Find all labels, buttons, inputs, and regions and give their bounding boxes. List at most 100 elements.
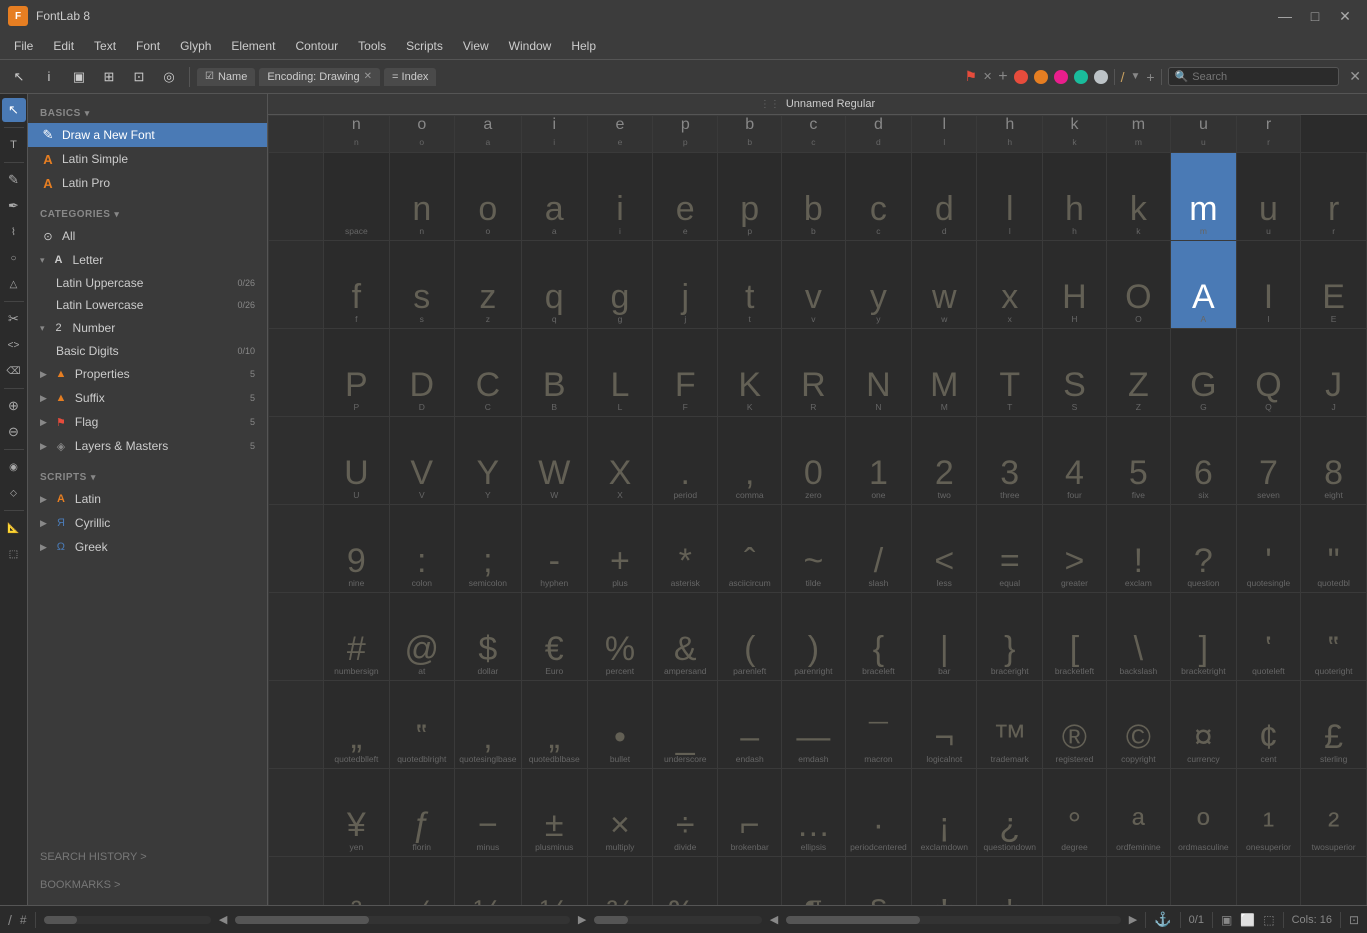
glyph-cell[interactable]: ¾threequarters bbox=[587, 857, 653, 906]
circle-view[interactable]: ◎ bbox=[156, 64, 182, 90]
glyph-cell[interactable]: EE bbox=[1301, 241, 1367, 329]
scroll-track-2[interactable] bbox=[235, 916, 570, 924]
glyph-cell[interactable]: AA bbox=[1171, 241, 1237, 329]
glyph-cell[interactable]: *asterisk bbox=[653, 505, 718, 593]
glyph-cell[interactable]: ‹guilsinglleft bbox=[1106, 857, 1170, 906]
glyph-cell[interactable]: ƒflorin bbox=[389, 769, 454, 857]
color-pink[interactable] bbox=[1054, 70, 1068, 84]
sidebar-item-latin-pro[interactable]: A Latin Pro bbox=[28, 171, 267, 195]
glyph-cell[interactable]: ww bbox=[912, 241, 977, 329]
zoom-in-tool[interactable]: ⊕ bbox=[2, 394, 26, 418]
scroll-center-icon[interactable]: ◀ bbox=[770, 913, 778, 926]
search-input[interactable] bbox=[1192, 71, 1332, 83]
glyph-cell[interactable]: YY bbox=[454, 417, 521, 505]
glyph-cell[interactable]: ff bbox=[324, 241, 390, 329]
rect-tool[interactable]: △ bbox=[2, 272, 26, 296]
glyph-cell[interactable]: −minus bbox=[454, 769, 521, 857]
glyph-cell[interactable]: QQ bbox=[1236, 329, 1301, 417]
resize-icon[interactable]: ⊡ bbox=[1349, 913, 1359, 927]
menu-element[interactable]: Element bbox=[221, 35, 285, 57]
glyph-cell[interactable]: gg bbox=[587, 241, 653, 329]
glyph-cell[interactable]: ©copyright bbox=[1106, 681, 1170, 769]
menu-tools[interactable]: Tools bbox=[348, 35, 396, 57]
maximize-button[interactable]: □ bbox=[1301, 2, 1329, 30]
sidebar-item-latin-lowercase[interactable]: Latin Lowercase 0/26 bbox=[28, 294, 267, 316]
glyph-cell[interactable]: §section bbox=[845, 857, 912, 906]
glyph-cell[interactable]: ¿questiondown bbox=[977, 769, 1043, 857]
add-icon[interactable]: + bbox=[998, 68, 1007, 86]
sidebar-item-latin[interactable]: ▶ A Latin bbox=[28, 487, 267, 511]
glyph-cell[interactable]: |bar bbox=[912, 593, 977, 681]
glyph-cell[interactable]: WW bbox=[521, 417, 587, 505]
sidebar-item-draw-new-font[interactable]: ✎ Draw a New Font bbox=[28, 123, 267, 147]
glyph-cell[interactable]: ¥yen bbox=[324, 769, 390, 857]
menu-edit[interactable]: Edit bbox=[43, 35, 84, 57]
glyph-cell[interactable]: ss bbox=[389, 241, 454, 329]
eraser-tool[interactable]: ⌫ bbox=[2, 359, 26, 383]
glyph-cell[interactable]: ⌐brokenbar bbox=[718, 769, 782, 857]
glyph-cell[interactable]: 9nine bbox=[324, 505, 390, 593]
glyph-cell[interactable]: ¶paragraph bbox=[782, 857, 845, 906]
scroll-right-icon[interactable]: ▶ bbox=[578, 913, 586, 926]
glyph-cell[interactable]: PP bbox=[324, 329, 390, 417]
glyph-cell[interactable]: 2two bbox=[912, 417, 977, 505]
glyph-cell[interactable]: oo bbox=[454, 153, 521, 241]
glyph-cell[interactable]: 5five bbox=[1106, 417, 1170, 505]
color-orange[interactable] bbox=[1034, 70, 1048, 84]
pen-dropdown-icon[interactable]: ▼ bbox=[1130, 71, 1140, 82]
measure-tool[interactable]: 📐 bbox=[2, 516, 26, 540]
glyph-cell[interactable]: „quotedblbase bbox=[521, 681, 587, 769]
menu-view[interactable]: View bbox=[453, 35, 499, 57]
glyph-cell[interactable]: ZZ bbox=[1106, 329, 1170, 417]
multi-cell-view[interactable]: ⊞ bbox=[96, 64, 122, 90]
glyph-cell[interactable]: tt bbox=[718, 241, 782, 329]
glyph-cell[interactable]: ll bbox=[977, 153, 1043, 241]
glyph-cell[interactable]: …ellipsis bbox=[782, 769, 845, 857]
glyph-cell[interactable]: @at bbox=[389, 593, 454, 681]
sidebar-item-letter[interactable]: ▾ A Letter bbox=[28, 248, 267, 272]
scroll-thumb-2[interactable] bbox=[235, 916, 369, 924]
scripts-section[interactable]: SCRIPTS ▾ bbox=[28, 464, 267, 487]
sidebar-item-latin-uppercase[interactable]: Latin Uppercase 0/26 bbox=[28, 272, 267, 294]
scroll-thumb-3[interactable] bbox=[594, 916, 627, 924]
glyph-cell[interactable]: €Euro bbox=[521, 593, 587, 681]
glyph-cell[interactable]: £sterling bbox=[1301, 681, 1367, 769]
glyph-cell[interactable]: zz bbox=[454, 241, 521, 329]
glyph-cell[interactable]: }braceright bbox=[977, 593, 1043, 681]
pen-add-icon[interactable]: + bbox=[1146, 69, 1154, 85]
glyph-cell[interactable]: MM bbox=[912, 329, 977, 417]
sidebar-item-latin-simple[interactable]: A Latin Simple bbox=[28, 147, 267, 171]
glyph-cell[interactable]: 7seven bbox=[1236, 417, 1301, 505]
tab-name[interactable]: ☑ Name bbox=[197, 68, 255, 86]
glyph-cell[interactable]: xx bbox=[977, 241, 1043, 329]
glyph-cell[interactable]: GG bbox=[1171, 329, 1237, 417]
pen-line-icon[interactable]: / bbox=[1121, 69, 1125, 85]
single-cell-view[interactable]: ▣ bbox=[66, 64, 92, 90]
categories-section[interactable]: CATEGORIES ▾ bbox=[28, 201, 267, 224]
glyph-cell[interactable]: HH bbox=[1043, 241, 1106, 329]
glyph-cell[interactable]: CC bbox=[454, 329, 521, 417]
glyph-cell[interactable]: ×multiply bbox=[587, 769, 653, 857]
glyph-cell[interactable]: uu bbox=[1236, 153, 1301, 241]
glyph-cell[interactable]: NN bbox=[845, 329, 912, 417]
flag-icon[interactable]: ⚑ bbox=[964, 68, 977, 85]
glyph-cell[interactable]: -hyphen bbox=[521, 505, 587, 593]
glyph-cell[interactable]: \backslash bbox=[1106, 593, 1170, 681]
glyph-cell[interactable]: [bracketleft bbox=[1043, 593, 1106, 681]
search-history[interactable]: SEARCH HISTORY > bbox=[28, 843, 267, 871]
flag-close-icon[interactable]: ✕ bbox=[983, 70, 992, 83]
glyph-cell[interactable]: .period bbox=[653, 417, 718, 505]
glyph-cell[interactable]: qq bbox=[521, 241, 587, 329]
basics-section[interactable]: BASICS ▾ bbox=[28, 100, 267, 123]
glyph-cell[interactable]: 'quotesingle bbox=[1236, 505, 1301, 593]
glyph-cell[interactable]: ·periodcentered bbox=[845, 769, 912, 857]
sidebar-item-properties[interactable]: ▶ ▲ Properties 5 bbox=[28, 362, 267, 386]
scissors-tool[interactable]: ✂ bbox=[2, 307, 26, 331]
glyph-cell[interactable]: •bullet bbox=[587, 681, 653, 769]
glyph-cell[interactable]: ¼onequarter bbox=[454, 857, 521, 906]
glyph-cell[interactable]: "quotedbl bbox=[1301, 505, 1367, 593]
pointer-tool[interactable]: ↖ bbox=[2, 98, 26, 122]
scroll-thumb-4[interactable] bbox=[786, 916, 920, 924]
glyph-cell[interactable]: μmu bbox=[718, 857, 782, 906]
glyph-cell[interactable]: ±plusminus bbox=[521, 769, 587, 857]
